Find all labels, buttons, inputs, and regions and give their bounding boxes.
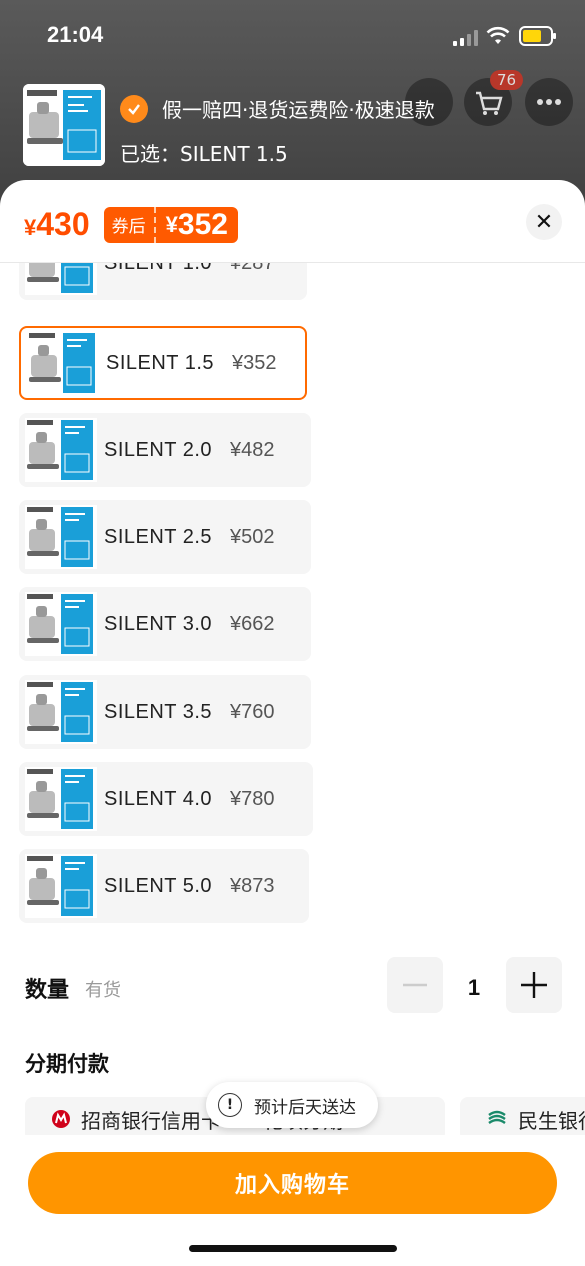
more-icon [537, 99, 561, 105]
wifi-icon [486, 26, 510, 44]
variant-option[interactable]: SILENT 1.5 ¥352 [19, 326, 307, 400]
add-to-cart-button[interactable]: 加入购物车 [28, 1152, 557, 1214]
variant-thumbnail [25, 767, 97, 831]
coupon-label: 券后 [104, 206, 156, 243]
guarantee-banner: 假一赔四·退货运费险·极速退款 [120, 94, 435, 123]
installment-title: 分期付款 [25, 1052, 109, 1076]
variant-price: ¥760 [230, 700, 275, 723]
guarantee-text: 假一赔四·退货运费险·极速退款 [162, 98, 435, 122]
info-icon: ! [218, 1093, 242, 1117]
variant-name: SILENT 4.0 [104, 787, 213, 810]
variant-option[interactable]: SILENT 3.0 ¥662 [19, 587, 311, 661]
battery-icon [519, 26, 556, 46]
cart-count-badge: 76 [490, 70, 524, 90]
cmb-bank-logo-icon [52, 1110, 70, 1128]
variant-price: ¥662 [230, 612, 275, 635]
delivery-text: 预计后天送达 [254, 1097, 356, 1118]
close-button[interactable]: ✕ [526, 204, 562, 240]
bottom-bar: 加入购物车 [0, 1135, 585, 1266]
quantity-increase-button[interactable] [506, 957, 562, 1013]
variant-option[interactable]: SILENT 2.5 ¥502 [19, 500, 311, 574]
variant-name: SILENT 3.0 [104, 612, 213, 635]
variant-option[interactable]: SILENT 2.0 ¥482 [19, 413, 311, 487]
plus-icon [521, 972, 547, 998]
variant-name: SILENT 1.0 [104, 263, 212, 275]
minus-icon [403, 983, 427, 987]
variant-thumbnail [25, 505, 97, 569]
variant-price: ¥780 [230, 787, 275, 810]
more-button[interactable] [525, 78, 573, 126]
variant-price: ¥482 [230, 438, 275, 461]
variant-option[interactable]: SILENT 3.5 ¥760 [19, 675, 311, 749]
variant-option[interactable]: SILENT 5.0 ¥873 [19, 849, 309, 923]
status-time: 21:04 [47, 22, 104, 47]
status-bar: 21:04 [0, 0, 585, 72]
variant-thumbnail [25, 418, 97, 482]
variant-thumbnail [25, 680, 97, 744]
cmbc-bank-logo-icon [488, 1110, 506, 1124]
variant-list[interactable]: SILENT 1.0 ¥287 SILENT 1.5 ¥352 SILENT 2.0 ¥4… [0, 263, 585, 943]
variant-thumbnail [25, 263, 97, 295]
home-indicator [189, 1245, 397, 1252]
variant-name: SILENT 1.5 [106, 351, 215, 374]
selected-product-thumbnail [23, 84, 105, 166]
stock-status: 有货 [85, 980, 121, 1001]
cellular-signal-icon [453, 30, 478, 46]
variant-price: ¥287 [230, 263, 275, 275]
variant-option[interactable]: SILENT 1.0 ¥287 [19, 263, 307, 300]
card-name-3: 民生银行 [518, 1108, 585, 1133]
quantity-value: 1 [467, 975, 481, 1000]
variant-price: ¥873 [230, 874, 275, 897]
variant-price: ¥502 [230, 525, 275, 548]
delivery-tooltip: ! 预计后天送达 [206, 1082, 378, 1128]
variant-name: SILENT 5.0 [104, 874, 213, 897]
shield-check-icon [120, 94, 148, 123]
variant-option[interactable]: SILENT 4.0 ¥780 [19, 762, 313, 836]
price-row: ¥430 券后 ¥352 [24, 206, 238, 243]
card-name: 招商银行信用卡 [81, 1108, 221, 1133]
variant-price: ¥352 [232, 351, 277, 374]
quantity-label: 数量 [25, 978, 70, 1003]
coupon-price-tag: 券后 ¥352 [103, 206, 238, 243]
variant-thumbnail [25, 854, 97, 918]
selected-variant-text: 已选：SILENT 1.5 [120, 142, 288, 166]
variant-name: SILENT 3.5 [104, 700, 213, 723]
original-price: ¥430 [24, 206, 90, 242]
variant-name: SILENT 2.5 [104, 525, 213, 548]
variant-name: SILENT 2.0 [104, 438, 213, 461]
variant-thumbnail [27, 331, 99, 395]
variant-thumbnail [25, 592, 97, 656]
quantity-decrease-button[interactable] [387, 957, 443, 1013]
close-icon: ✕ [534, 209, 554, 235]
sku-selection-sheet: ¥430 券后 ¥352 ✕ SILENT 1.0 ¥287 SILENT 1.5 ¥… [0, 180, 585, 1266]
after-coupon-price: ¥352 [165, 207, 228, 241]
